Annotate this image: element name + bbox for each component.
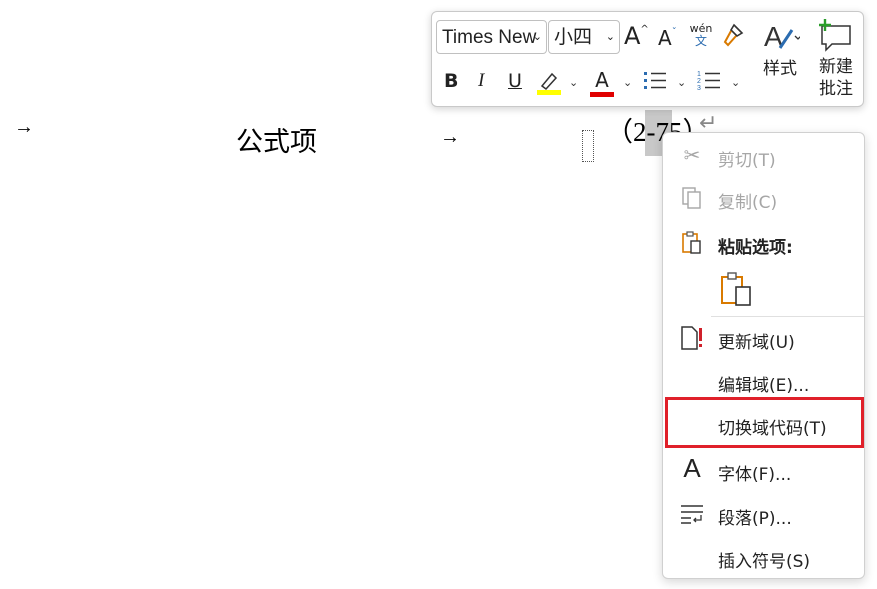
menu-paste-options-header: 粘贴选项: xyxy=(663,224,864,264)
styles-button[interactable]: A xyxy=(762,20,802,57)
mini-toolbar: Times New ⌄ 小四 ⌄ A^ Aˇ wén 文 A 样式 新建 批注 … xyxy=(431,11,864,107)
styles-icon: A xyxy=(764,21,802,52)
svg-text:1: 1 xyxy=(697,71,701,78)
font-icon: A xyxy=(683,453,701,483)
context-menu: ✂ 剪切(T) 复制(C) 粘贴选项: 更新域(U) 编辑域(E)... 切换域… xyxy=(662,132,865,579)
tab-arrow: → xyxy=(14,116,34,138)
numbered-list-icon: 1 2 3 xyxy=(697,71,720,92)
bullets-button[interactable] xyxy=(642,68,668,99)
menu-item-edit-field[interactable]: 编辑域(E)... xyxy=(663,362,864,402)
bold-button[interactable]: B xyxy=(444,70,458,92)
svg-text:2: 2 xyxy=(697,78,701,85)
phonetic-bottom: 文 xyxy=(694,34,707,48)
numbering-button[interactable]: 1 2 3 xyxy=(696,68,722,99)
font-size-value: 小四 xyxy=(554,26,593,48)
chevron-down-icon: ⌄ xyxy=(605,30,615,43)
grow-font-button[interactable]: A^ xyxy=(624,22,649,50)
bullets-dropdown-chevron-icon[interactable]: ⌄ xyxy=(677,76,686,89)
highlight-button[interactable] xyxy=(536,68,562,101)
format-painter-button[interactable] xyxy=(720,22,746,53)
paste-clipboard-icon xyxy=(721,272,751,306)
new-comment-label-line1: 新建 xyxy=(819,57,853,77)
menu-item-label: 插入符号(S) xyxy=(718,552,811,572)
bullet-list-icon xyxy=(644,72,666,89)
menu-item-label: 更新域(U) xyxy=(718,333,795,353)
menu-item-paragraph[interactable]: 段落(P)... xyxy=(663,495,864,535)
font-name-value: Times New xyxy=(442,27,537,48)
annotation-highlight-box xyxy=(665,397,864,448)
font-color-dropdown-chevron-icon[interactable]: ⌄ xyxy=(623,76,632,89)
menu-item-copy[interactable]: 复制(C) xyxy=(663,179,864,219)
new-comment-label: 新建 批注 xyxy=(814,56,858,100)
menu-item-label: 剪切(T) xyxy=(718,151,776,171)
menu-item-label: 段落(P)... xyxy=(718,509,792,529)
menu-item-insert-symbol[interactable]: 插入符号(S) xyxy=(663,538,864,578)
menu-item-label: 复制(C) xyxy=(718,193,778,213)
menu-item-label: 字体(F)... xyxy=(718,465,792,485)
formula-item-text: 公式项 xyxy=(236,127,317,157)
font-color-swatch xyxy=(590,92,614,97)
paragraph-icon xyxy=(679,501,705,529)
italic-button[interactable]: I xyxy=(478,70,484,92)
clipboard-icon xyxy=(679,230,705,258)
grow-font-icon: A xyxy=(624,22,641,50)
shrink-font-icon: A xyxy=(658,26,672,50)
phonetic-guide-button[interactable]: wén 文 xyxy=(687,22,715,48)
scissors-icon: ✂ xyxy=(683,143,701,167)
chevron-down-icon: ⌄ xyxy=(532,30,542,43)
new-comment-icon xyxy=(819,19,851,52)
field-anchor-box xyxy=(582,130,594,162)
new-comment-button[interactable] xyxy=(816,18,854,57)
paste-keep-text-button[interactable] xyxy=(719,271,753,309)
menu-item-font[interactable]: A 字体(F)... xyxy=(663,451,864,491)
menu-item-update-field[interactable]: 更新域(U) xyxy=(663,319,864,359)
menu-separator xyxy=(711,316,864,317)
numbering-dropdown-chevron-icon[interactable]: ⌄ xyxy=(731,76,740,89)
font-name-combo[interactable]: Times New ⌄ xyxy=(436,20,547,54)
font-color-button[interactable]: A xyxy=(590,68,614,97)
update-field-icon xyxy=(679,325,705,353)
menu-item-label: 编辑域(E)... xyxy=(718,376,810,396)
underline-button[interactable]: U xyxy=(508,70,522,92)
menu-item-label: 粘贴选项: xyxy=(718,238,793,258)
font-color-icon: A xyxy=(595,68,609,92)
new-comment-label-line2: 批注 xyxy=(819,79,853,99)
highlight-dropdown-chevron-icon[interactable]: ⌄ xyxy=(569,76,578,89)
format-painter-icon xyxy=(723,23,744,47)
shrink-font-button[interactable]: Aˇ xyxy=(658,26,677,50)
highlighter-icon xyxy=(537,72,561,95)
styles-label: 样式 xyxy=(763,59,797,79)
font-size-combo[interactable]: 小四 ⌄ xyxy=(548,20,620,54)
svg-text:3: 3 xyxy=(697,85,701,92)
tab-arrow: → xyxy=(440,126,460,148)
copy-icon xyxy=(679,185,705,213)
menu-item-cut[interactable]: ✂ 剪切(T) xyxy=(663,137,864,177)
